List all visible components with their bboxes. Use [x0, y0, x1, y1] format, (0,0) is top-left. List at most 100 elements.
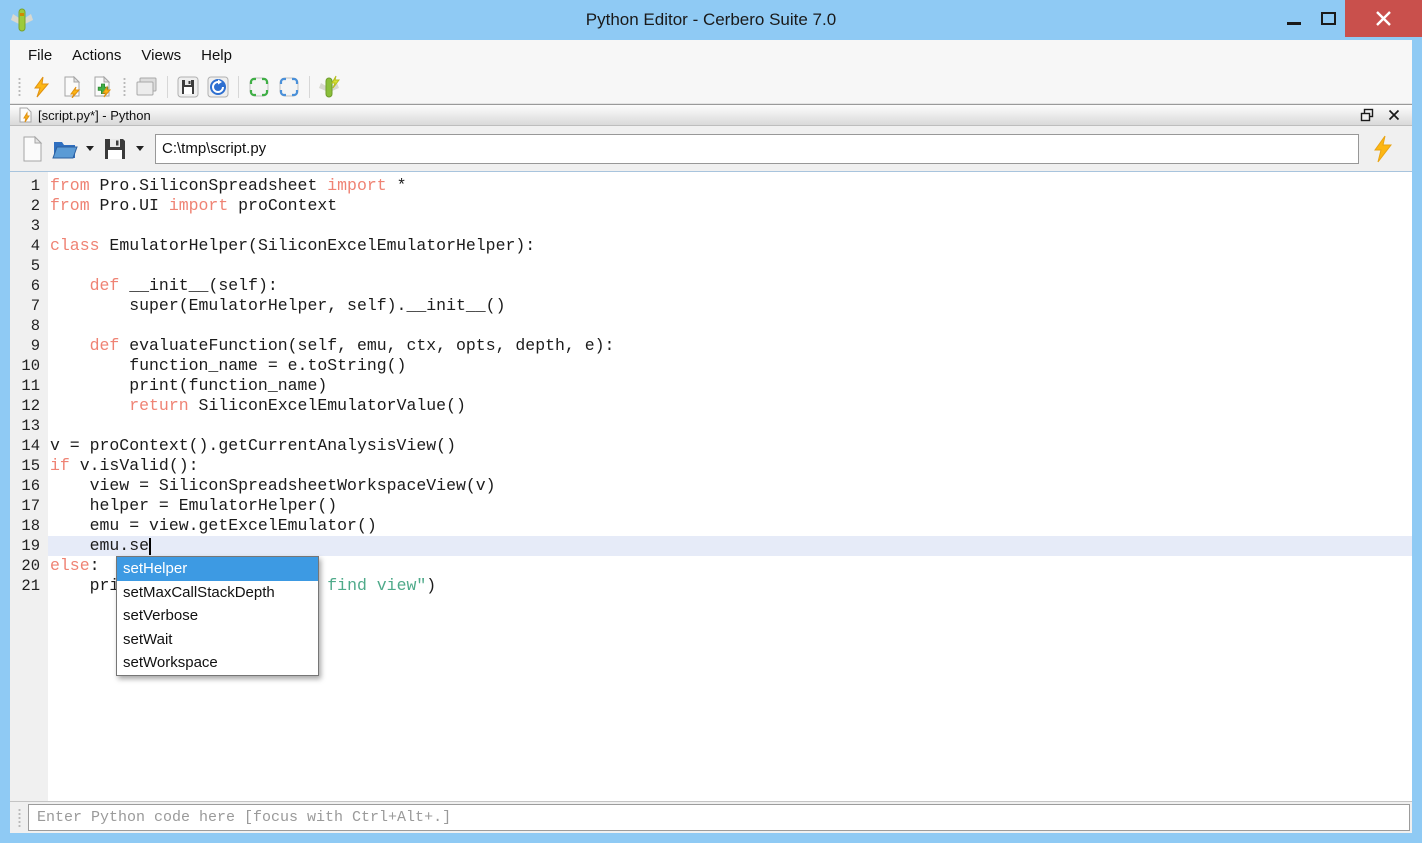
code-line[interactable]: 12 return SiliconExcelEmulatorValue()	[10, 396, 1412, 416]
open-file-dropdown-caret[interactable]	[86, 146, 94, 151]
select-region-green-button[interactable]	[246, 74, 272, 100]
line-number: 12	[10, 396, 48, 416]
code-line[interactable]: 9 def evaluateFunction(self, emu, ctx, o…	[10, 336, 1412, 356]
line-number: 5	[10, 256, 48, 276]
autocomplete-item[interactable]: setHelper	[117, 557, 318, 581]
maximize-icon	[1321, 12, 1336, 25]
code-line[interactable]: 6 def __init__(self):	[10, 276, 1412, 296]
line-number: 20	[10, 556, 48, 576]
refresh-view-button[interactable]	[205, 74, 231, 100]
new-file-button[interactable]	[18, 135, 46, 163]
line-number: 18	[10, 516, 48, 536]
code-lines: 1from Pro.SiliconSpreadsheet import *2fr…	[10, 176, 1412, 596]
windows-layout-button[interactable]	[134, 74, 160, 100]
code-line[interactable]: 3	[10, 216, 1412, 236]
window-title: Python Editor - Cerbero Suite 7.0	[0, 0, 1422, 40]
code-line[interactable]: 18 emu = view.getExcelEmulator()	[10, 516, 1412, 536]
code-line[interactable]: 4class EmulatorHelper(SiliconExcelEmulat…	[10, 236, 1412, 256]
add-script-button[interactable]	[89, 74, 115, 100]
line-number: 10	[10, 356, 48, 376]
toolbar-separator	[309, 76, 310, 98]
script-tab-icon	[18, 107, 32, 123]
open-file-button[interactable]	[51, 135, 79, 163]
maximize-button[interactable]	[1311, 0, 1345, 37]
code-line[interactable]: 8	[10, 316, 1412, 336]
menu-views[interactable]: Views	[131, 43, 191, 68]
script-path-input[interactable]	[155, 134, 1359, 164]
code-line[interactable]: 5	[10, 256, 1412, 276]
line-number: 15	[10, 456, 48, 476]
save-file-dropdown-caret[interactable]	[136, 146, 144, 151]
save-layout-button[interactable]	[175, 74, 201, 100]
code-line[interactable]: 13	[10, 416, 1412, 436]
add-script-icon	[91, 76, 113, 98]
line-number: 16	[10, 476, 48, 496]
minimize-button[interactable]	[1277, 0, 1311, 37]
code-line[interactable]: 11 print(function_name)	[10, 376, 1412, 396]
new-script-icon	[61, 76, 83, 98]
menu-file[interactable]: File	[18, 43, 62, 68]
text-cursor	[149, 538, 151, 555]
select-region-blue-icon	[278, 76, 300, 98]
console-bar	[10, 801, 1412, 833]
select-region-green-icon	[248, 76, 270, 98]
toolbar-separator	[167, 76, 168, 98]
menu-bar: File Actions Views Help	[10, 40, 1412, 70]
toolbar-grip[interactable]	[122, 76, 127, 98]
line-number: 14	[10, 436, 48, 456]
code-line[interactable]: 7 super(EmulatorHelper, self).__init__()	[10, 296, 1412, 316]
menu-help[interactable]: Help	[191, 43, 242, 68]
minimize-icon	[1287, 22, 1301, 25]
line-number: 8	[10, 316, 48, 336]
close-icon	[1375, 10, 1392, 27]
python-console-input[interactable]	[28, 804, 1410, 831]
window-controls	[1277, 0, 1422, 40]
code-line[interactable]: 17 helper = EmulatorHelper()	[10, 496, 1412, 516]
execute-script-button[interactable]	[1364, 133, 1402, 165]
code-editor[interactable]: 1from Pro.SiliconSpreadsheet import *2fr…	[10, 171, 1412, 801]
run-lightning-icon	[32, 76, 52, 98]
menu-actions[interactable]: Actions	[62, 43, 131, 68]
code-line[interactable]: 16 view = SiliconSpreadsheetWorkspaceVie…	[10, 476, 1412, 496]
line-number: 9	[10, 336, 48, 356]
save-floppy-icon	[103, 137, 127, 161]
execute-lightning-icon	[1371, 135, 1395, 163]
code-line[interactable]: 2from Pro.UI import proContext	[10, 196, 1412, 216]
toolbar-grip[interactable]	[17, 76, 22, 98]
line-number: 4	[10, 236, 48, 256]
cerbero-run-button[interactable]	[317, 74, 343, 100]
code-line[interactable]: 14v = proContext().getCurrentAnalysisVie…	[10, 436, 1412, 456]
save-file-button[interactable]	[101, 135, 129, 163]
run-script-button[interactable]	[29, 74, 55, 100]
code-line[interactable]: 1from Pro.SiliconSpreadsheet import *	[10, 176, 1412, 196]
main-toolbar	[10, 70, 1412, 104]
autocomplete-item[interactable]: setMaxCallStackDepth	[117, 581, 318, 605]
window-titlebar[interactable]: Python Editor - Cerbero Suite 7.0	[0, 0, 1422, 40]
toolbar-separator	[238, 76, 239, 98]
windows-layout-icon	[135, 76, 159, 98]
autocomplete-item[interactable]: setWorkspace	[117, 651, 318, 675]
line-number: 13	[10, 416, 48, 436]
line-number: 3	[10, 216, 48, 236]
line-number: 11	[10, 376, 48, 396]
line-number: 21	[10, 576, 48, 596]
line-number: 1	[10, 176, 48, 196]
refresh-icon	[207, 76, 229, 98]
code-line[interactable]: 19 emu.se	[10, 536, 1412, 556]
console-grip[interactable]	[17, 807, 22, 829]
code-line[interactable]: 10 function_name = e.toString()	[10, 356, 1412, 376]
cerbero-run-icon	[318, 75, 342, 99]
autocomplete-item[interactable]: setVerbose	[117, 604, 318, 628]
line-number: 17	[10, 496, 48, 516]
autocomplete-item[interactable]: setWait	[117, 628, 318, 652]
close-panel-icon[interactable]	[1388, 109, 1400, 121]
script-toolbar	[10, 126, 1412, 171]
open-folder-icon	[52, 138, 78, 160]
code-line[interactable]: 15if v.isValid():	[10, 456, 1412, 476]
line-number: 19	[10, 536, 48, 556]
select-region-blue-button[interactable]	[276, 74, 302, 100]
close-button[interactable]	[1345, 0, 1422, 37]
new-script-button[interactable]	[59, 74, 85, 100]
float-panel-icon[interactable]	[1360, 108, 1374, 122]
line-number: 2	[10, 196, 48, 216]
